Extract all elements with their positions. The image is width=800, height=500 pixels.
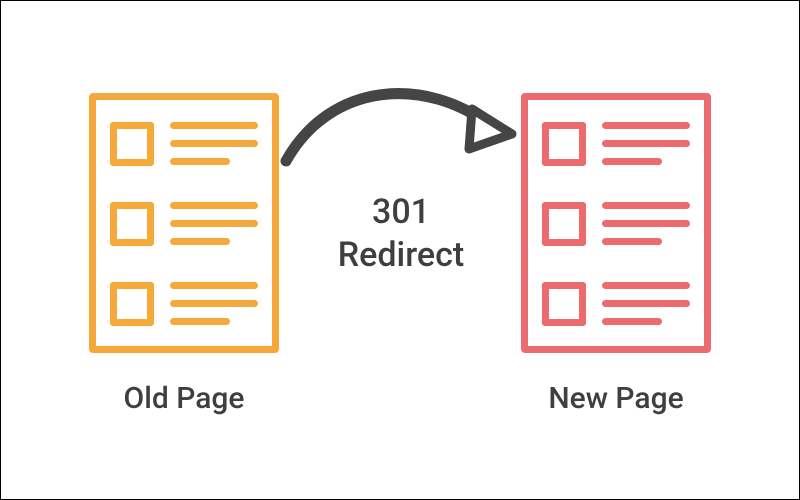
arrow-right-icon [276,71,526,191]
text-lines-icon [170,280,258,328]
text-lines-icon [170,120,258,168]
list-bullet-icon [110,122,154,166]
text-lines-icon [602,280,690,328]
list-bullet-icon [542,122,586,166]
new-page-card [521,93,711,353]
redirect-word: Redirect [338,235,464,275]
redirect-code: 301 [372,192,430,232]
text-lines-icon [602,200,690,248]
old-page-card [89,93,279,353]
redirect-diagram: 301 Redirect Old Page New Page [1,1,799,499]
text-lines-icon [602,120,690,168]
list-bullet-icon [110,202,154,246]
list-bullet-icon [542,202,586,246]
old-page-caption: Old Page [74,381,294,416]
list-bullet-icon [542,282,586,326]
new-page-caption: New Page [506,381,726,416]
text-lines-icon [170,200,258,248]
redirect-label: 301 Redirect [301,191,501,276]
list-bullet-icon [110,282,154,326]
